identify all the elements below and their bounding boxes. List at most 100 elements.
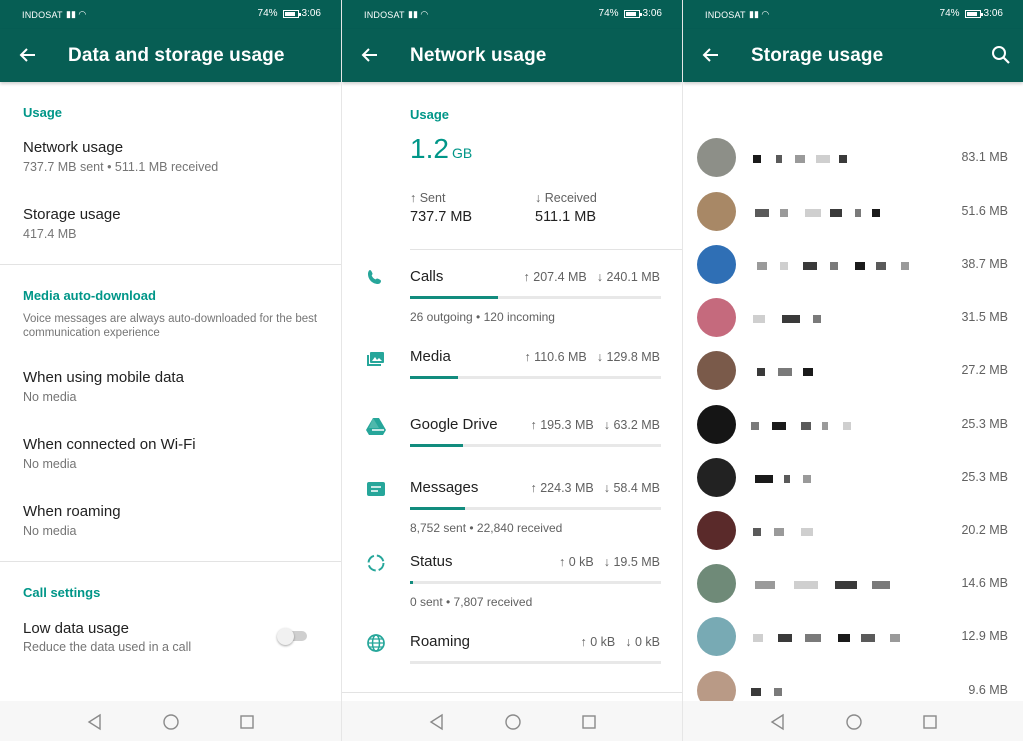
avatar bbox=[697, 138, 736, 177]
signal-wifi-icon: ▮▮ ◠ bbox=[408, 9, 429, 19]
chat-storage-row[interactable]: 31.5 MB bbox=[683, 291, 1023, 344]
total-usage-unit: GB bbox=[451, 145, 473, 161]
low-data-toggle[interactable] bbox=[277, 628, 309, 645]
category-detail: 0 sent • 7,807 received bbox=[410, 595, 533, 609]
usage-progress-fill bbox=[410, 444, 463, 447]
category-usage: ↑ 207.4 MB ↓ 240.1 MB bbox=[514, 270, 660, 284]
category-sent: ↑ 224.3 MB bbox=[530, 481, 594, 495]
category-usage: ↑ 224.3 MB ↓ 58.4 MB bbox=[520, 481, 660, 495]
category-detail: 8,752 sent • 22,840 received bbox=[410, 521, 563, 535]
category-usage: ↑ 195.3 MB ↓ 63.2 MB bbox=[520, 418, 660, 432]
chat-storage-row[interactable]: 38.7 MB bbox=[683, 238, 1023, 291]
redacted-chat-name bbox=[745, 475, 814, 483]
media-note: Voice messages are always auto-downloade… bbox=[23, 313, 318, 339]
chat-storage-size: 25.3 MB bbox=[961, 470, 1008, 484]
redacted-chat-name bbox=[745, 315, 824, 323]
category-sent: ↑ 110.6 MB bbox=[524, 350, 587, 364]
chat-storage-size: 51.6 MB bbox=[961, 204, 1008, 218]
chat-storage-row[interactable]: 25.3 MB bbox=[683, 398, 1023, 451]
arrow-back-icon[interactable] bbox=[360, 45, 380, 65]
usage-progress-bar bbox=[410, 581, 661, 584]
category-name: Status bbox=[410, 553, 453, 570]
wifi-title: When connected on Wi-Fi bbox=[23, 436, 196, 453]
chat-storage-size: 20.2 MB bbox=[961, 523, 1008, 537]
page-title: Storage usage bbox=[751, 45, 884, 66]
usage-progress-bar bbox=[410, 296, 661, 299]
navigation-bar bbox=[342, 701, 682, 741]
category-sent: ↑ 207.4 MB bbox=[523, 270, 587, 284]
chat-storage-row[interactable]: 14.6 MB bbox=[683, 557, 1023, 610]
nav-recents-icon[interactable] bbox=[238, 713, 256, 731]
total-usage-value: 1.2 bbox=[410, 133, 449, 164]
clock: 3:06 bbox=[642, 8, 662, 19]
status-bar: INDOSAT ▮▮ ◠ 74% 3:06 bbox=[0, 0, 341, 29]
usage-progress-bar bbox=[410, 661, 661, 664]
chat-storage-row[interactable]: 83.1 MB bbox=[683, 131, 1023, 184]
phone-icon bbox=[368, 270, 381, 284]
status-icon bbox=[367, 554, 385, 572]
chat-storage-row[interactable]: 20.2 MB bbox=[683, 504, 1023, 557]
chat-storage-row[interactable]: 12.9 MB bbox=[683, 610, 1023, 663]
arrow-back-icon[interactable] bbox=[701, 45, 721, 65]
category-sent: ↑ 195.3 MB bbox=[530, 418, 594, 432]
navigation-bar bbox=[0, 701, 341, 741]
usage-progress-bar bbox=[410, 444, 661, 447]
usage-progress-bar bbox=[410, 507, 661, 510]
avatar bbox=[697, 192, 736, 231]
received-label: ↓ Received bbox=[535, 191, 597, 205]
nav-back-icon[interactable] bbox=[86, 713, 104, 731]
chat-storage-row[interactable]: 27.2 MB bbox=[683, 344, 1023, 397]
avatar bbox=[697, 245, 736, 284]
chat-storage-row[interactable]: 51.6 MB bbox=[683, 185, 1023, 238]
mobile-data-title: When using mobile data bbox=[23, 369, 184, 386]
chat-storage-size: 38.7 MB bbox=[961, 257, 1008, 271]
avatar bbox=[697, 564, 736, 603]
battery-percent: 74% bbox=[939, 8, 960, 19]
nav-recents-icon[interactable] bbox=[921, 713, 939, 731]
toolbar: Data and storage usage bbox=[0, 29, 341, 82]
redacted-chat-name bbox=[745, 581, 893, 589]
carrier-label: INDOSAT bbox=[705, 10, 746, 20]
category-name: Messages bbox=[410, 479, 479, 496]
category-name: Roaming bbox=[410, 633, 471, 650]
avatar bbox=[697, 351, 736, 390]
low-data-title: Low data usage bbox=[23, 620, 129, 637]
toggle-thumb bbox=[277, 628, 294, 645]
nav-recents-icon[interactable] bbox=[580, 713, 598, 731]
storage-usage-summary: 417.4 MB bbox=[23, 227, 77, 241]
redacted-chat-name bbox=[745, 634, 903, 642]
battery-percent: 74% bbox=[598, 8, 619, 19]
carrier-label: INDOSAT bbox=[22, 10, 63, 20]
redacted-chat-name bbox=[745, 422, 854, 430]
photos-icon bbox=[367, 352, 384, 366]
nav-home-icon[interactable] bbox=[504, 713, 522, 731]
data-storage-screen: INDOSAT ▮▮ ◠ 74% 3:06 Data and storage u… bbox=[0, 0, 341, 741]
redacted-chat-name bbox=[745, 155, 850, 163]
category-received: ↓ 129.8 MB bbox=[596, 350, 660, 364]
low-data-sub: Reduce the data used in a call bbox=[23, 640, 192, 654]
nav-back-icon[interactable] bbox=[769, 713, 787, 731]
arrow-back-icon[interactable] bbox=[18, 45, 38, 65]
chat-storage-row[interactable]: 25.3 MB bbox=[683, 451, 1023, 504]
search-icon[interactable] bbox=[991, 45, 1011, 65]
divider bbox=[342, 692, 682, 693]
nav-home-icon[interactable] bbox=[162, 713, 180, 731]
divider bbox=[0, 264, 341, 265]
category-name: Media bbox=[410, 348, 451, 365]
mobile-data-value: No media bbox=[23, 390, 77, 404]
total-usage: 1.2 GB bbox=[410, 133, 472, 165]
storage-usage-title: Storage usage bbox=[23, 206, 121, 223]
carrier-label: INDOSAT bbox=[364, 10, 405, 20]
category-name: Calls bbox=[410, 268, 444, 285]
status-bar: INDOSAT ▮▮ ◠ 74% 3:06 bbox=[683, 0, 1023, 29]
google-drive-icon bbox=[366, 418, 386, 435]
category-received: ↓ 19.5 MB bbox=[603, 555, 660, 569]
divider bbox=[0, 561, 341, 562]
nav-back-icon[interactable] bbox=[428, 713, 446, 731]
nav-home-icon[interactable] bbox=[845, 713, 863, 731]
status-right: 74% 3:06 bbox=[940, 8, 1003, 19]
battery-icon bbox=[623, 9, 642, 18]
signal-wifi-icon: ▮▮ ◠ bbox=[749, 9, 770, 19]
category-usage: ↑ 110.6 MB ↓ 129.8 MB bbox=[514, 350, 660, 364]
category-received: ↓ 240.1 MB bbox=[596, 270, 660, 284]
